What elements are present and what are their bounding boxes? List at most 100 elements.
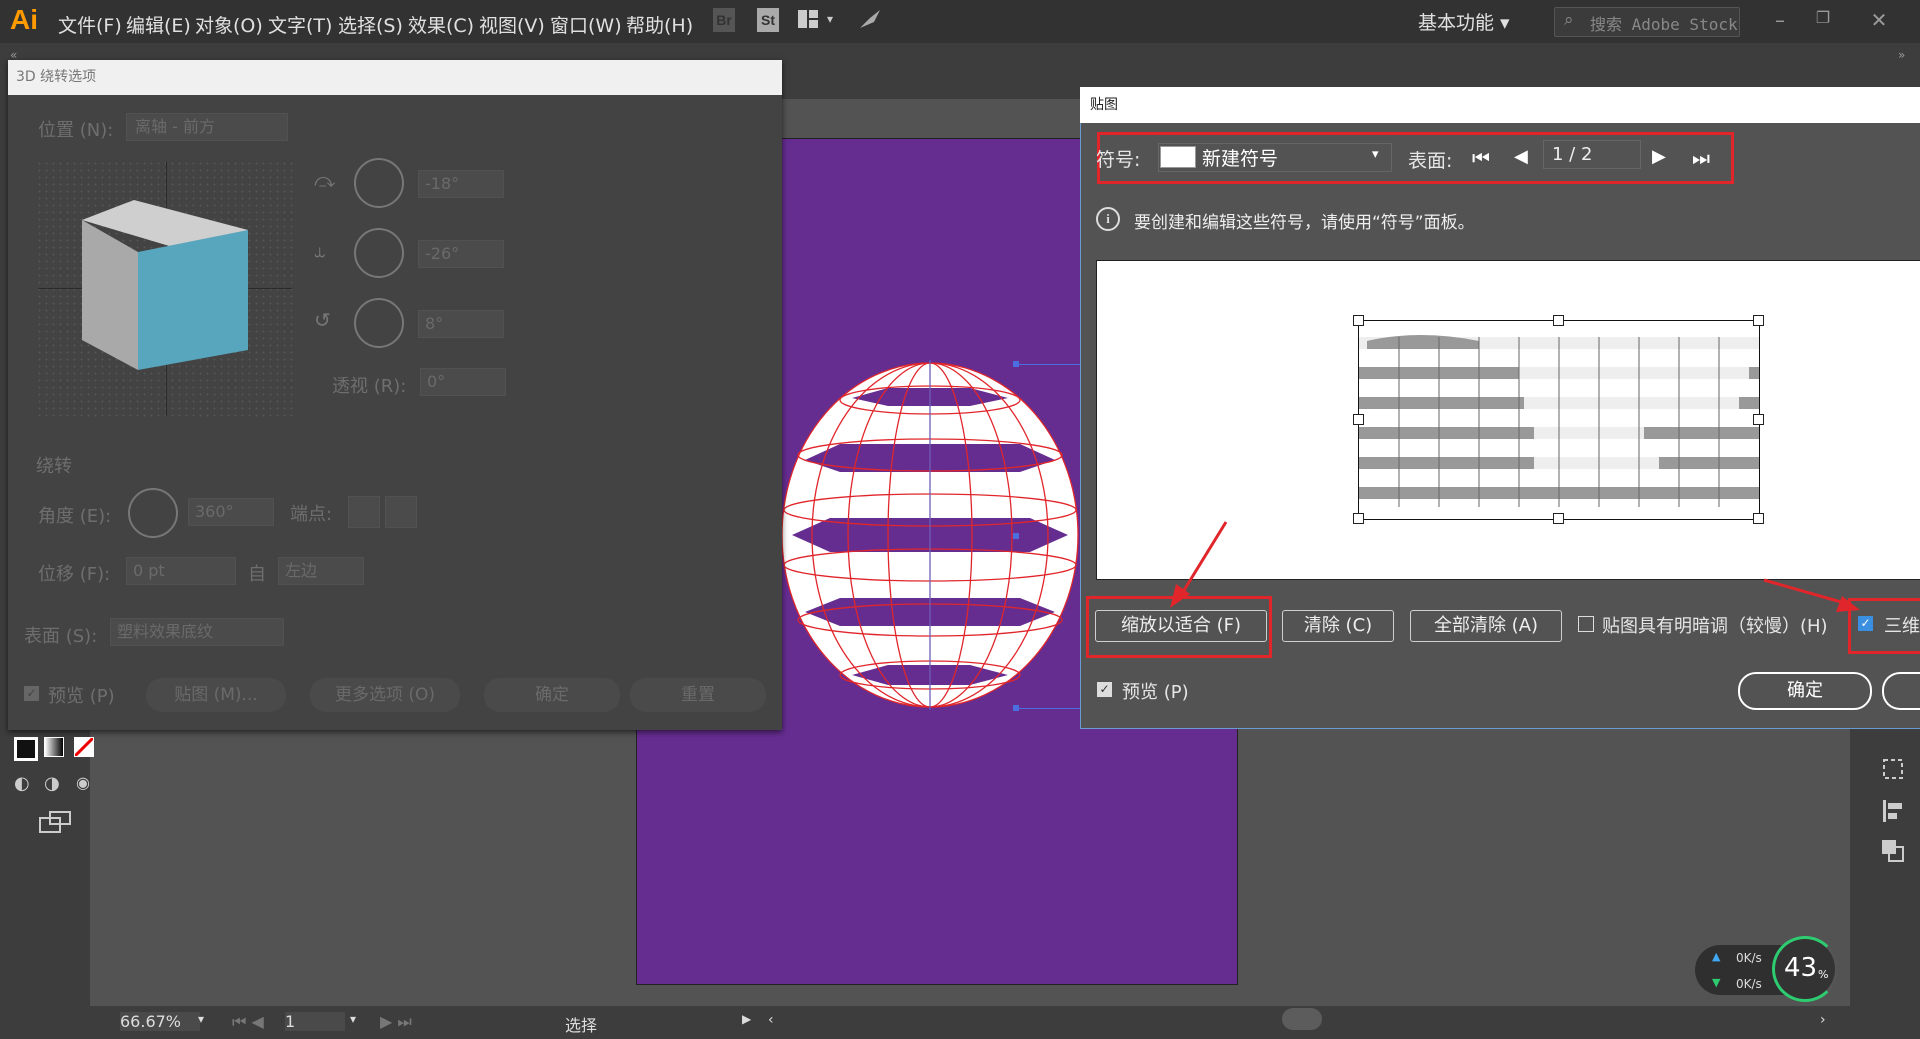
uv-corner-handle[interactable]	[1753, 315, 1764, 326]
draw-normal-icon[interactable]: ◐	[14, 773, 30, 794]
status-menu-icon[interactable]: ▶	[742, 1012, 751, 1026]
minimize-icon[interactable]: –	[1767, 8, 1793, 34]
preview-checkbox-3d[interactable]: ✓	[24, 686, 39, 701]
sphere-wireframe[interactable]	[780, 360, 1080, 710]
uv-corner-handle[interactable]	[1353, 315, 1364, 326]
zoom-field[interactable]: 66.67%	[120, 1012, 200, 1031]
uv-edge-handle[interactable]	[1353, 414, 1364, 425]
uv-corner-handle[interactable]	[1753, 513, 1764, 524]
align-icon[interactable]	[1880, 798, 1906, 828]
menu-help[interactable]: 帮助(H)	[626, 11, 693, 38]
scroll-left-icon[interactable]: ‹	[768, 1012, 774, 1028]
perspective-input[interactable]: 0°	[420, 368, 506, 396]
download-arrow-icon: ▼	[1712, 976, 1721, 989]
transform-icon[interactable]	[1880, 756, 1906, 786]
cancel-button[interactable]	[1882, 672, 1920, 710]
ok-button[interactable]: 确定	[1738, 672, 1872, 710]
position-label: 位置 (N):	[38, 120, 114, 141]
bridge-button[interactable]: Br	[713, 8, 735, 32]
scale-to-fit-button[interactable]: 缩放以适合 (F)	[1095, 610, 1267, 642]
uv-corner-handle[interactable]	[1353, 513, 1364, 524]
screen-mode-icon[interactable]	[38, 810, 74, 840]
first-artboard-icon[interactable]: ⏮ ◀	[232, 1012, 264, 1032]
upload-arrow-icon: ▲	[1712, 950, 1721, 963]
selection-handle[interactable]	[1013, 533, 1019, 539]
last-artboard-icon[interactable]: ▶ ⏭	[380, 1012, 412, 1032]
scroll-right-icon[interactable]: ›	[1820, 1012, 1826, 1028]
artboard-dropdown-icon[interactable]: ▾	[350, 1012, 356, 1026]
expand-panel-icon[interactable]: »	[1898, 48, 1905, 62]
preview-label-3d: 预览 (P)	[48, 686, 115, 707]
cap-on-button[interactable]	[348, 496, 380, 528]
menu-edit[interactable]: 编辑(E)	[126, 11, 191, 38]
chevron-down-icon[interactable]: ▾	[1372, 147, 1379, 162]
pathfinder-icon[interactable]	[1880, 838, 1906, 868]
uv-edge-handle[interactable]	[1553, 315, 1564, 326]
uv-edge-handle[interactable]	[1753, 414, 1764, 425]
upload-speed: 0K/s	[1736, 951, 1762, 965]
symbol-label: 符号:	[1096, 149, 1141, 171]
x-rotation-input[interactable]: -18°	[418, 170, 504, 198]
3d-cube-preview[interactable]	[78, 200, 258, 375]
gpu-performance-icon[interactable]	[858, 8, 882, 36]
position-select[interactable]: 离轴 - 前方	[126, 113, 288, 141]
z-rotation-input[interactable]: 8°	[418, 310, 504, 338]
horizontal-scrollbar-thumb[interactable]	[1282, 1008, 1322, 1030]
x-axis-rotate-icon: ⤼	[314, 168, 336, 192]
zoom-dropdown-icon[interactable]: ▾	[198, 1012, 204, 1026]
revolve-section-label: 绕转	[36, 456, 72, 477]
x-rotation-dial[interactable]	[354, 158, 404, 208]
menu-type[interactable]: 文字(T)	[268, 11, 332, 38]
clear-button[interactable]: 清除 (C)	[1282, 610, 1394, 642]
menu-object[interactable]: 对象(O)	[195, 11, 263, 38]
previous-surface-icon[interactable]: ◀	[1514, 146, 1528, 167]
stock-button[interactable]: St	[757, 8, 779, 32]
preview-checkbox[interactable]: ✓	[1097, 682, 1112, 697]
from-label: 自	[248, 564, 266, 585]
y-rotation-dial[interactable]	[354, 228, 404, 278]
menu-effect[interactable]: 效果(C)	[408, 11, 474, 38]
angle-input[interactable]: 360°	[188, 498, 274, 526]
reset-button-3d[interactable]: 重置	[630, 678, 766, 712]
surface-number-field[interactable]: 1 / 2	[1543, 140, 1641, 169]
angle-dial[interactable]	[128, 488, 178, 538]
menu-window[interactable]: 窗口(W)	[550, 11, 622, 38]
surface-label: 表面 (S):	[24, 626, 98, 647]
last-surface-icon[interactable]: ⏭	[1692, 146, 1710, 170]
artboard-number-field[interactable]: 1	[285, 1012, 345, 1031]
z-axis-rotate-icon: ↺	[314, 308, 331, 332]
none-color-icon[interactable]	[73, 736, 95, 758]
gradient-icon[interactable]	[44, 737, 64, 757]
surface-select[interactable]: 塑料效果底纹	[110, 618, 284, 646]
fill-color-icon[interactable]	[14, 737, 38, 761]
menu-file[interactable]: 文件(F)	[58, 11, 122, 38]
workspace-switcher[interactable]: 基本功能 ▾	[1418, 8, 1510, 35]
uv-map-surface[interactable]	[1358, 320, 1760, 520]
3d-dialog-title: 3D 绕转选项	[8, 60, 782, 95]
first-surface-icon[interactable]: ⏮	[1472, 146, 1490, 170]
map-art-button[interactable]: 贴图 (M)...	[146, 678, 286, 712]
current-tool-label: 选择	[565, 1016, 598, 1035]
from-select[interactable]: 左边	[278, 557, 364, 585]
shade-artwork-checkbox[interactable]	[1578, 616, 1594, 632]
draw-inside-icon[interactable]: ◉	[76, 773, 90, 792]
draw-behind-icon[interactable]: ◑	[44, 773, 60, 794]
close-icon[interactable]: ✕	[1866, 8, 1892, 34]
arrange-documents-icon[interactable]	[798, 10, 818, 28]
search-icon: ⌕	[1564, 10, 1574, 30]
ok-button-3d[interactable]: 确定	[484, 678, 620, 712]
menu-view[interactable]: 视图(V)	[479, 11, 545, 38]
more-options-button[interactable]: 更多选项 (O)	[310, 678, 460, 712]
info-text: 要创建和编辑这些符号，请使用“符号”面板。	[1134, 213, 1475, 233]
restore-icon[interactable]: ❐	[1810, 8, 1836, 34]
clear-all-button[interactable]: 全部清除 (A)	[1410, 610, 1562, 642]
menu-select[interactable]: 选择(S)	[338, 11, 403, 38]
uv-edge-handle[interactable]	[1553, 513, 1564, 524]
cap-off-button[interactable]	[385, 496, 417, 528]
z-rotation-dial[interactable]	[354, 298, 404, 348]
offset-input[interactable]: 0 pt	[126, 557, 236, 585]
chevron-down-icon[interactable]: ▾	[827, 12, 833, 26]
next-surface-icon[interactable]: ▶	[1652, 146, 1666, 167]
y-rotation-input[interactable]: -26°	[418, 240, 504, 268]
invisible-geometry-checkbox[interactable]: ✓	[1858, 616, 1873, 631]
